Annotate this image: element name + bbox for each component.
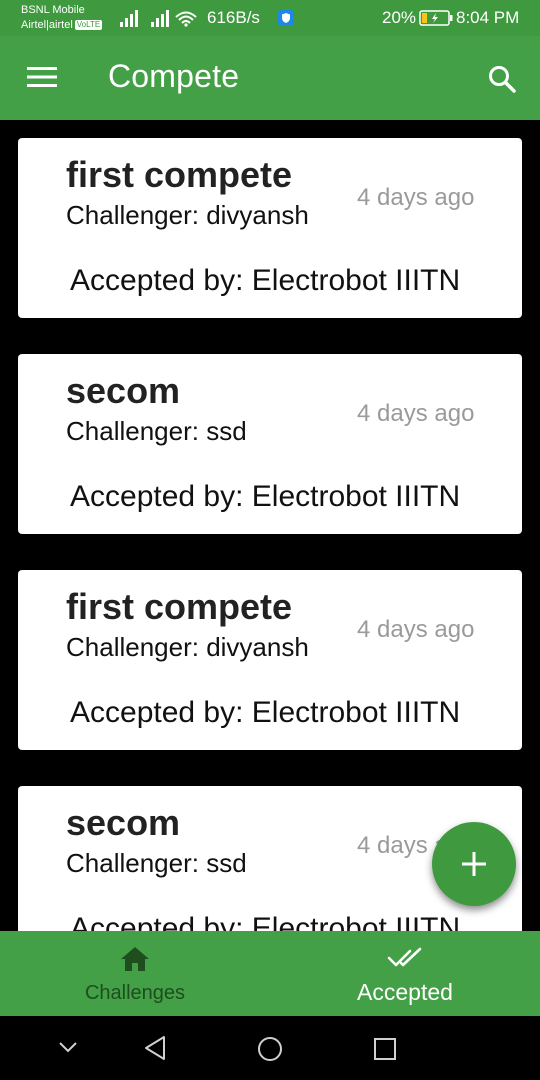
card-challenger: Challenger: ssd: [66, 416, 247, 446]
nav-label-challenges: Challenges: [84, 982, 186, 1004]
chevron-down-icon[interactable]: [58, 1040, 78, 1054]
menu-icon[interactable]: [27, 66, 57, 88]
page-title: Compete: [108, 58, 240, 94]
card-timestamp: 4 days ago: [357, 616, 475, 643]
recents-icon[interactable]: [373, 1037, 397, 1061]
home-circle-icon[interactable]: [257, 1036, 283, 1062]
signal-icon-2: [151, 10, 169, 27]
card-timestamp: 4 days ago: [357, 184, 475, 211]
home-icon: [121, 947, 149, 971]
compete-card[interactable]: secom Challenger: ssd 4 days ago Accepte…: [18, 354, 522, 534]
card-challenger: Challenger: divyansh: [66, 632, 309, 662]
card-challenger: Challenger: ssd: [66, 848, 247, 878]
carrier-line-2: Airtel|airtel: [21, 19, 73, 31]
network-speed: 616B/s: [207, 8, 260, 27]
card-accepted-by: Accepted by: Electrobot IIITN: [70, 912, 461, 931]
compete-card[interactable]: first compete Challenger: divyansh 4 day…: [18, 138, 522, 318]
double-check-icon: [387, 947, 422, 967]
wifi-icon: [175, 11, 197, 27]
battery-icon: [419, 10, 453, 26]
card-timestamp: 4 days ago: [357, 400, 475, 427]
status-bar: BSNL Mobile Airtel|airtel VoLTE 616B/s 20…: [0, 0, 540, 36]
carrier-line-1: BSNL Mobile: [21, 4, 85, 16]
card-accepted-by: Accepted by: Electrobot IIITN: [70, 264, 461, 297]
system-navigation-bar: [0, 1016, 540, 1080]
card-title: first compete: [66, 586, 293, 627]
compete-list[interactable]: first compete Challenger: divyansh 4 day…: [0, 120, 540, 931]
nav-item-challenges[interactable]: Challenges: [0, 931, 270, 1016]
search-icon[interactable]: [487, 64, 517, 94]
back-icon[interactable]: [143, 1035, 167, 1061]
nav-item-accepted[interactable]: Accepted: [270, 931, 540, 1016]
card-accepted-by: Accepted by: Electrobot IIITN: [70, 696, 461, 729]
plus-icon: [462, 852, 486, 876]
nav-label-accepted: Accepted: [357, 979, 453, 1005]
card-title: first compete: [66, 154, 293, 195]
bottom-navigation: Challenges Accepted: [0, 931, 540, 1016]
clock: 8:04 PM: [456, 8, 520, 27]
volte-badge: VoLTE: [74, 20, 103, 30]
battery-percent: 20%: [382, 8, 417, 27]
compete-card[interactable]: first compete Challenger: divyansh 4 day…: [18, 570, 522, 750]
card-title: secom: [66, 802, 181, 843]
app-bar: Compete: [0, 36, 540, 120]
card-title: secom: [66, 370, 181, 411]
add-compete-button[interactable]: [432, 822, 516, 906]
signal-icon: [120, 10, 138, 27]
card-challenger: Challenger: divyansh: [66, 200, 309, 230]
carrier-info: BSNL Mobile Airtel|airtel VoLTE: [21, 3, 103, 33]
shield-icon: [278, 10, 294, 26]
card-accepted-by: Accepted by: Electrobot IIITN: [70, 480, 461, 513]
